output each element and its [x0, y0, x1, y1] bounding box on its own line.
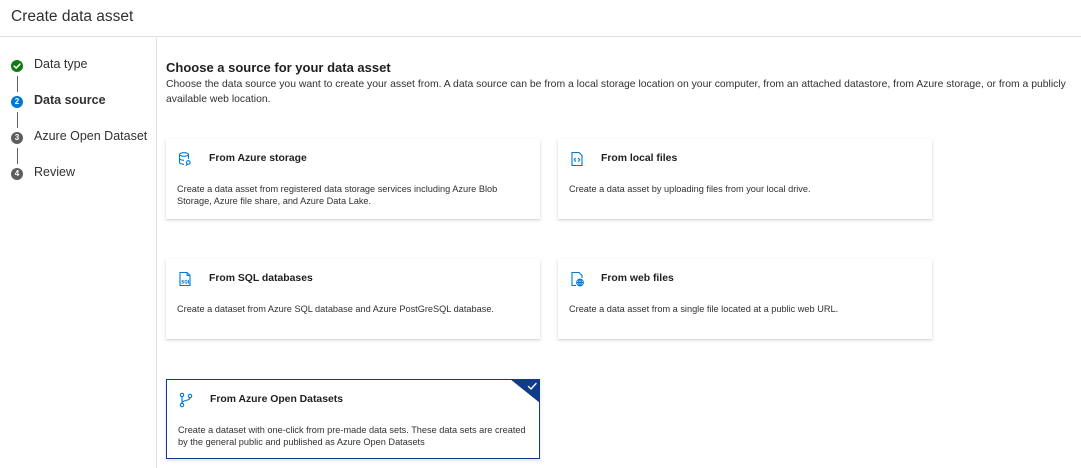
step-number-badge: 4 — [11, 168, 23, 180]
card-title: From SQL databases — [209, 273, 313, 284]
local-files-icon — [569, 151, 585, 167]
step-label: Azure Open Dataset — [34, 129, 148, 143]
step-connector — [17, 148, 18, 164]
card-description: Create a dataset from Azure SQL database… — [177, 304, 494, 314]
card-description: Create a data asset from a single file l… — [569, 304, 839, 314]
step-number-badge: 3 — [11, 132, 23, 144]
card-description: Create a data asset by uploading files f… — [569, 184, 811, 194]
section-description: Choose the data source you want to creat… — [166, 79, 1066, 105]
step-data-source[interactable]: 2 Data source — [11, 92, 156, 112]
step-connector — [17, 76, 18, 92]
card-sql-databases[interactable]: SQL From SQL databases Create a dataset … — [166, 259, 540, 339]
card-description: Create a data asset from registered data… — [177, 184, 498, 206]
step-number-badge: 2 — [11, 96, 23, 108]
card-title: From Azure Open Datasets — [210, 394, 343, 405]
card-azure-open-datasets[interactable]: From Azure Open Datasets Create a datase… — [166, 379, 540, 459]
step-data-type[interactable]: Data type — [11, 56, 156, 76]
card-description: Create a dataset with one-click from pre… — [178, 425, 526, 447]
step-connector — [17, 112, 18, 128]
svg-text:SQL: SQL — [181, 280, 191, 285]
step-label: Data source — [34, 93, 106, 107]
step-label: Review — [34, 165, 75, 179]
checkmark-icon — [11, 60, 23, 72]
card-azure-storage[interactable]: From Azure storage Create a data asset f… — [166, 139, 540, 219]
card-local-files[interactable]: From local files Create a data asset by … — [558, 139, 932, 219]
card-title: From Azure storage — [209, 153, 307, 164]
page-header: Create data asset — [0, 0, 1081, 37]
step-azure-open-dataset[interactable]: 3 Azure Open Dataset — [11, 128, 156, 148]
card-title: From web files — [601, 273, 674, 284]
section-title: Choose a source for your data asset — [166, 60, 391, 75]
page-title: Create data asset — [11, 8, 134, 25]
step-review[interactable]: 4 Review — [11, 164, 156, 184]
branch-icon — [178, 392, 194, 408]
web-file-icon — [569, 271, 585, 287]
step-label: Data type — [34, 57, 88, 71]
card-title: From local files — [601, 153, 678, 164]
wizard-steps: Data type 2 Data source 3 Azure Open Dat… — [0, 38, 157, 468]
selected-checkmark-icon — [510, 379, 540, 403]
card-web-files[interactable]: From web files Create a data asset from … — [558, 259, 932, 339]
sql-file-icon: SQL — [177, 271, 193, 287]
azure-storage-icon — [177, 151, 193, 167]
